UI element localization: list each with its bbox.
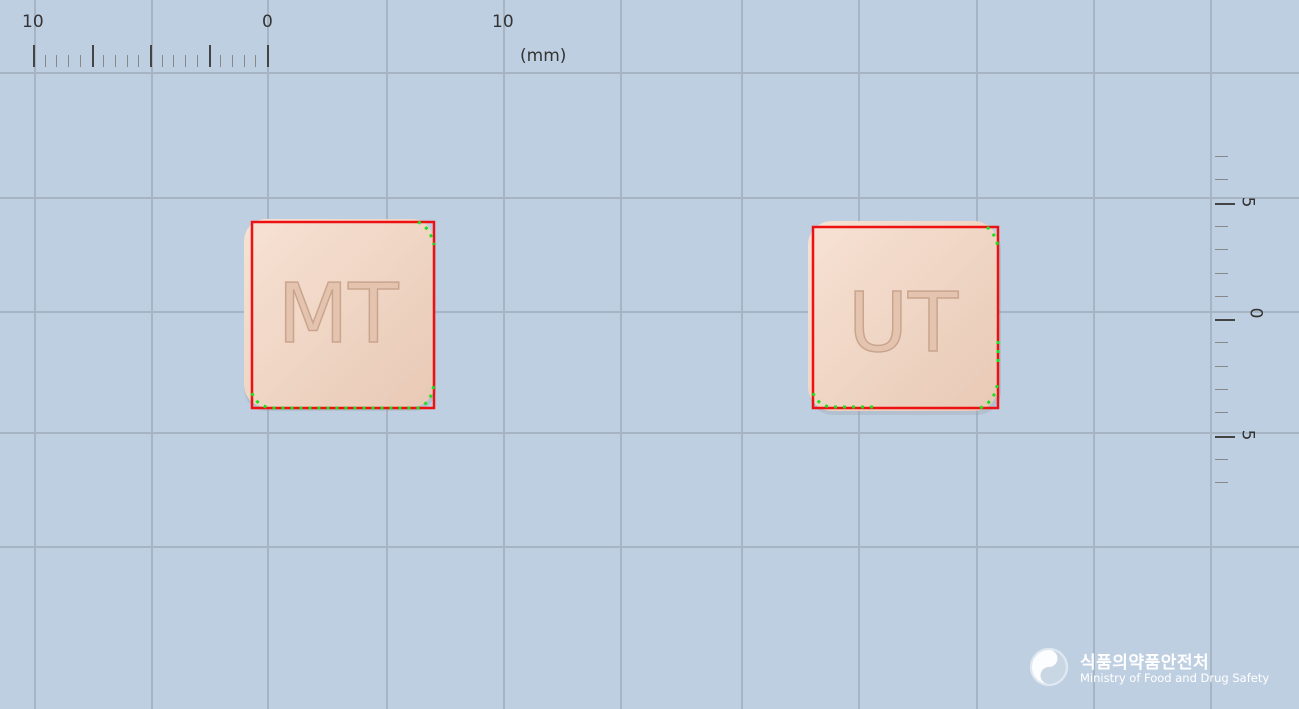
ruler-tick	[1215, 412, 1228, 414]
ruler-tick	[173, 55, 175, 67]
ruler-tick	[196, 55, 198, 67]
grid-line	[0, 432, 1299, 434]
ruler-tick	[138, 55, 140, 67]
ruler-tick	[243, 55, 245, 67]
top-ruler-label: 10	[492, 12, 514, 32]
logo-english-text: Ministry of Food and Drug Safety	[1080, 671, 1270, 685]
ruler-tick	[126, 55, 128, 67]
grid-line	[34, 0, 36, 709]
ruler-tick	[1215, 458, 1228, 460]
ruler-tick	[91, 45, 94, 67]
grid-background	[0, 0, 1299, 709]
ruler-tick	[208, 45, 211, 67]
ruler-tick	[150, 45, 152, 67]
pill-imprint: MT	[278, 267, 400, 362]
grid-line	[741, 0, 743, 709]
grid-line	[0, 311, 1299, 313]
grid-line	[620, 0, 622, 709]
pill-right: UT	[808, 221, 1001, 415]
ruler-tick	[231, 55, 233, 67]
grid-line	[503, 0, 505, 709]
ruler-tick	[1215, 435, 1235, 438]
ruler-tick	[255, 55, 257, 67]
ruler-tick	[1215, 249, 1228, 251]
ruler-tick	[79, 55, 81, 67]
pill-imprint: UT	[848, 276, 959, 371]
ruler-tick	[1215, 272, 1228, 274]
grid-line	[1210, 0, 1212, 709]
ruler-tick	[56, 55, 58, 67]
ruler-tick	[1215, 389, 1228, 390]
mfds-logo: 식품의약품안전처 Ministry of Food and Drug Safet…	[1028, 646, 1288, 694]
ruler-tick	[68, 55, 70, 67]
ruler-tick	[1215, 156, 1228, 157]
grid-line	[151, 0, 153, 709]
grid-line	[0, 72, 1299, 74]
ruler-tick	[33, 45, 35, 67]
top-ruler-label: 10	[22, 12, 44, 32]
grid-line	[1093, 0, 1095, 709]
pill-left: MT	[244, 219, 436, 411]
ruler-tick	[220, 55, 222, 67]
mfds-emblem-icon	[1030, 648, 1068, 686]
ruler-tick	[1215, 295, 1228, 297]
ruler-tick	[1215, 319, 1235, 322]
ruler-tick	[267, 45, 269, 67]
grid-line	[0, 546, 1299, 548]
side-ruler-label: 0	[1245, 307, 1266, 319]
grid-line	[0, 197, 1299, 199]
ruler-tick	[1215, 342, 1228, 344]
logo-korean-text: 식품의약품안전처	[1080, 653, 1210, 673]
ruler-tick	[185, 55, 187, 67]
side-ruler-label: 5	[1237, 196, 1258, 208]
ruler-tick	[161, 55, 163, 67]
ruler-tick	[114, 55, 116, 67]
unit-label: (mm)	[520, 46, 567, 66]
ruler-tick	[103, 55, 105, 67]
ruler-tick	[44, 55, 46, 67]
ruler-tick	[1215, 482, 1228, 484]
ruler-tick	[1215, 365, 1228, 367]
top-ruler-label: 0	[262, 12, 273, 32]
side-ruler-label: 5	[1237, 429, 1258, 441]
ruler-tick	[1215, 202, 1235, 205]
ruler-tick	[1215, 179, 1228, 181]
ruler-tick	[1215, 225, 1228, 227]
